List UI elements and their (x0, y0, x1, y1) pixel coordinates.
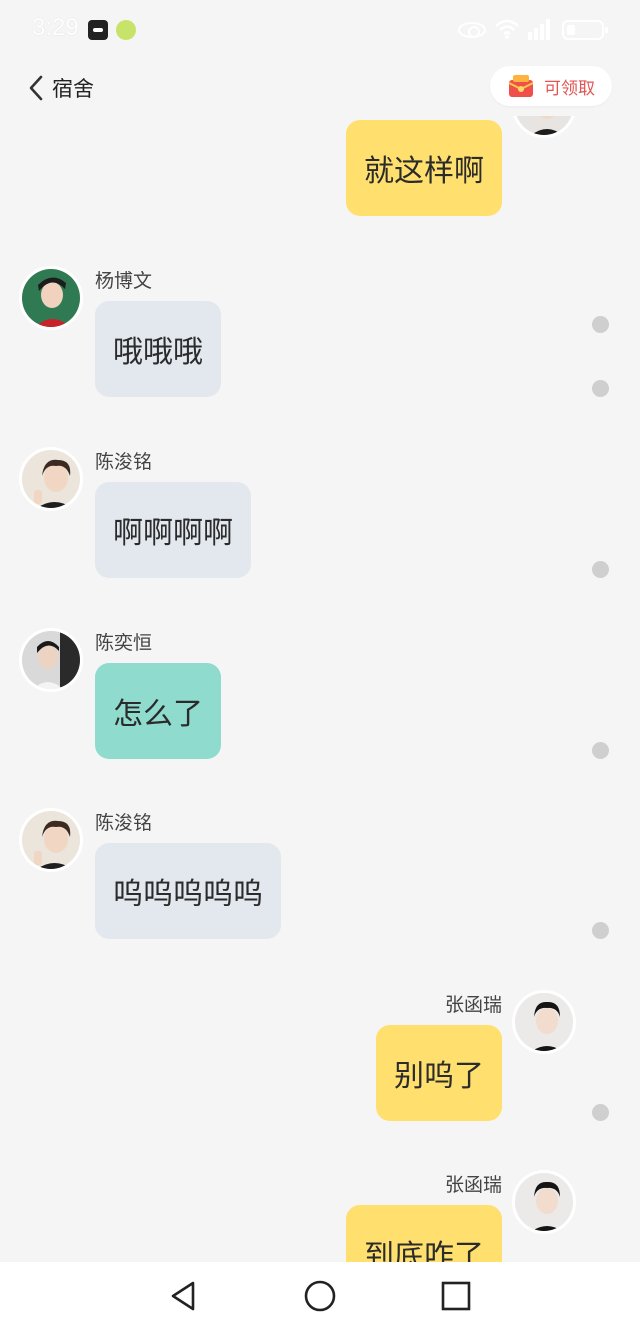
reward-label: 可领取 (544, 78, 595, 99)
reward-button[interactable]: 可领取 (490, 66, 612, 106)
avatar[interactable] (512, 1170, 576, 1234)
chat-header: 宿舍 可领取 (0, 60, 640, 116)
message-bubble[interactable]: 到底咋了 (346, 1205, 502, 1262)
message-bubble[interactable]: 怎么了 (95, 663, 221, 759)
sender-name: 陈浚铭 (95, 812, 153, 834)
app-notification-icon (116, 20, 136, 40)
nav-recents-button[interactable] (438, 1278, 474, 1314)
nav-back-button[interactable] (166, 1278, 202, 1314)
sender-name: 张函瑞 (444, 1174, 502, 1196)
message-list[interactable]: 就这样啊 杨博文 哦哦哦 陈浚铭 啊啊啊啊 陈奕恒 怎么了 陈浚铭 呜呜呜呜呜 (0, 116, 640, 1262)
read-status-dot (592, 561, 609, 578)
status-bar: 3:29 (0, 0, 640, 60)
read-status-dot (592, 1104, 609, 1121)
message-bubble[interactable]: 啊啊啊啊 (95, 482, 251, 578)
message-bubble[interactable]: 别呜了 (376, 1025, 502, 1121)
message-bubble[interactable]: 哦哦哦 (95, 301, 221, 397)
chevron-left-icon (28, 75, 44, 101)
sender-name: 陈浚铭 (95, 451, 153, 473)
avatar[interactable] (19, 808, 83, 872)
signal-icon (526, 18, 554, 40)
sender-name: 杨博文 (95, 270, 153, 292)
app-notification-icon (88, 20, 108, 40)
battery-icon (562, 20, 608, 40)
read-status-dot (592, 380, 609, 397)
read-status-dot (592, 316, 609, 333)
read-status-dot (592, 742, 609, 759)
avatar[interactable] (19, 266, 83, 330)
sender-name: 张函瑞 (444, 994, 502, 1016)
back-button[interactable]: 宿舍 (28, 70, 94, 106)
circle-home-icon (302, 1278, 338, 1314)
avatar[interactable] (512, 116, 576, 138)
eye-comfort-icon (458, 22, 486, 38)
system-nav-bar (0, 1262, 640, 1330)
wifi-icon (494, 18, 520, 40)
red-envelope-icon (508, 74, 534, 98)
read-status-dot (592, 922, 609, 939)
square-recents-icon (438, 1278, 474, 1314)
sender-name: 陈奕恒 (95, 632, 153, 654)
triangle-back-icon (166, 1278, 202, 1314)
nav-home-button[interactable] (302, 1278, 338, 1314)
message-bubble[interactable]: 呜呜呜呜呜 (95, 843, 281, 939)
avatar[interactable] (19, 628, 83, 692)
status-time: 3:29 (32, 14, 79, 41)
avatar[interactable] (512, 990, 576, 1054)
avatar[interactable] (19, 447, 83, 511)
page-title: 宿舍 (52, 77, 94, 101)
message-bubble[interactable]: 就这样啊 (346, 120, 502, 216)
